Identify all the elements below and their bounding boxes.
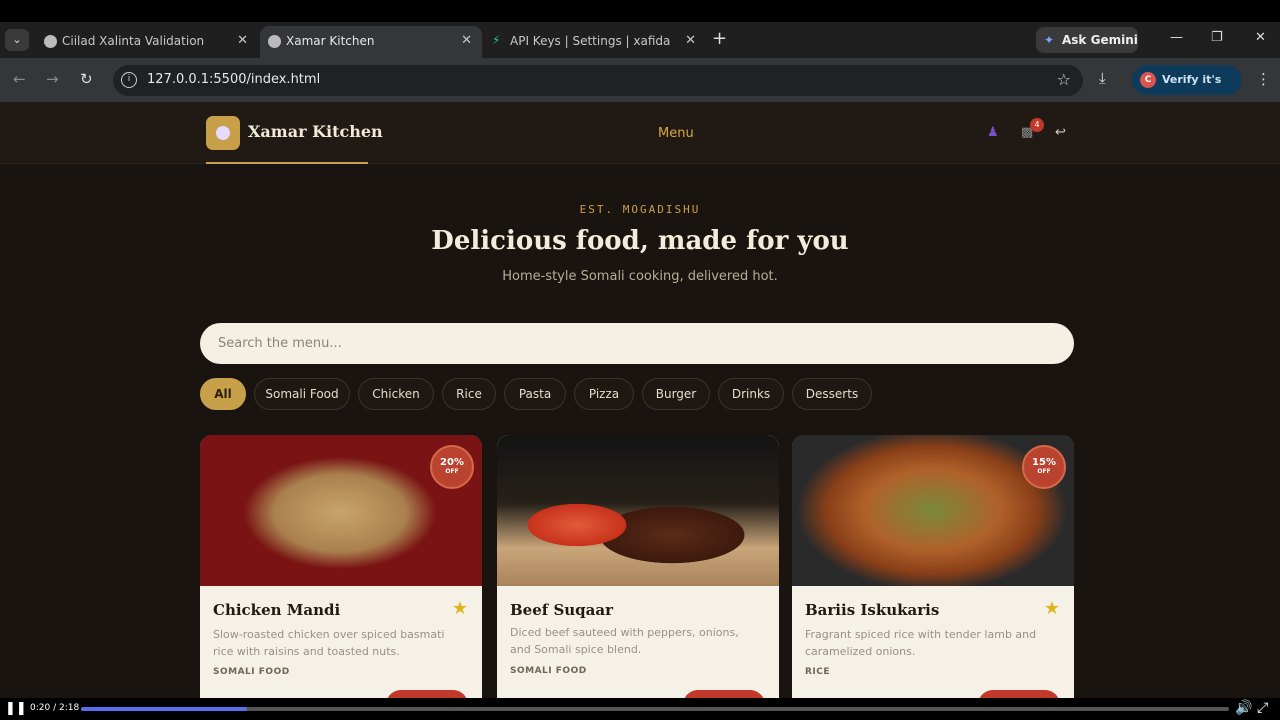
nav-menu-link[interactable]: Menu <box>658 126 694 141</box>
download-icon[interactable]: ⤓ <box>1099 69 1106 87</box>
dish-photo-beef-suqaar <box>497 435 779 586</box>
profile-avatar-icon: C <box>1140 72 1156 88</box>
ask-gemini-label: Ask Gemini <box>1062 33 1138 47</box>
discount-percent: 20% <box>440 457 464 468</box>
url-text[interactable]: 127.0.0.1:5500/index.html <box>147 72 320 87</box>
progress-fill <box>81 707 248 711</box>
category-chip-pasta[interactable]: Pasta <box>504 378 566 410</box>
web-page: Xamar Kitchen Menu ♟ ▩ 4 ↩ EST. MOGADISH… <box>0 102 1280 698</box>
menu-card-chicken-mandi[interactable]: 20% OFF Chicken Mandi ★ Slow-roasted chi… <box>200 435 482 698</box>
add-to-cart-button[interactable] <box>386 690 468 698</box>
gemini-sparkle-icon: ✦ <box>1044 33 1055 47</box>
bolt-favicon-icon: ⚡ <box>492 33 501 47</box>
globe-favicon-icon <box>268 35 281 48</box>
tab-xamar-kitchen[interactable]: Xamar Kitchen ✕ <box>260 26 482 58</box>
close-tab-icon[interactable]: ✕ <box>237 26 248 56</box>
pause-icon[interactable]: ❚❚ <box>5 701 27 716</box>
tab-search-chevron-icon[interactable]: ⌄ <box>5 29 29 51</box>
close-tab-icon[interactable]: ✕ <box>685 26 696 56</box>
card-category: SOMALI FOOD <box>213 667 290 677</box>
browser-toolbar: ← → ↻ i 127.0.0.1:5500/index.html ☆ ⤓ C … <box>0 58 1280 116</box>
site-header: Xamar Kitchen Menu ♟ ▩ 4 ↩ <box>0 102 1280 164</box>
cart-count-badge: 4 <box>1030 118 1044 132</box>
card-title: Chicken Mandi <box>213 601 341 619</box>
address-bar[interactable]: i 127.0.0.1:5500/index.html ☆ <box>113 65 1083 96</box>
discount-badge: 20% OFF <box>430 445 474 489</box>
category-chip-chicken[interactable]: Chicken <box>358 378 434 410</box>
add-to-cart-button[interactable] <box>978 690 1060 698</box>
logout-icon[interactable]: ↩ <box>1055 125 1066 140</box>
category-chip-rice[interactable]: Rice <box>442 378 496 410</box>
tab-title: Ciilad Xalinta Validation <box>62 34 205 48</box>
verify-profile-button[interactable]: C Verify it's you <box>1132 65 1242 116</box>
globe-favicon-icon <box>44 35 57 48</box>
restore-icon[interactable]: ❐ <box>1211 30 1223 45</box>
favorite-star-icon[interactable]: ★ <box>452 598 468 619</box>
volume-icon[interactable]: 🔊 <box>1235 700 1252 716</box>
card-category: SOMALI FOOD <box>510 666 587 676</box>
favorite-star-icon[interactable]: ★ <box>1044 598 1060 619</box>
discount-off-label: OFF <box>445 468 459 475</box>
card-description: Diced beef sauteed with peppers, onions,… <box>510 626 739 656</box>
brand-underline <box>206 162 368 164</box>
card-description: Slow-roasted chicken over spiced basmati… <box>213 628 445 658</box>
new-tab-plus-icon[interactable]: + <box>712 28 727 49</box>
forward-arrow-icon[interactable]: → <box>46 70 59 88</box>
category-chip-all[interactable]: All <box>200 378 246 410</box>
card-title: Beef Suqaar <box>510 601 614 619</box>
card-body: Beef Suqaar Diced beef sauteed with pepp… <box>497 586 779 698</box>
exit-fullscreen-icon[interactable]: ⤢ <box>1257 700 1268 716</box>
browser-menu-kebab-icon[interactable]: ⋮ <box>1256 70 1271 88</box>
video-player-controls: ❚❚ 0:20 / 2:18 🔊 ⤢ <box>0 698 1280 720</box>
tab-title: Xamar Kitchen <box>286 34 375 48</box>
hero-eyebrow: EST. MOGADISHU <box>579 203 701 216</box>
progress-track[interactable] <box>81 707 1229 711</box>
tab-ciilad-xalinta[interactable]: Ciilad Xalinta Validation ✕ <box>36 26 258 58</box>
brand-logo-icon[interactable] <box>206 116 240 150</box>
category-chip-somali-food[interactable]: Somali Food <box>254 378 350 410</box>
ask-gemini-button[interactable]: ✦ Ask Gemini <box>1036 27 1138 53</box>
menu-search-input[interactable] <box>200 323 1074 364</box>
bookmark-star-icon[interactable]: ☆ <box>1057 70 1071 89</box>
back-arrow-icon[interactable]: ← <box>13 70 26 88</box>
card-description: Fragrant spiced rice with tender lamb an… <box>805 628 1037 658</box>
site-info-icon[interactable]: i <box>121 72 137 88</box>
card-body: Bariis Iskukaris ★ Fragrant spiced rice … <box>792 586 1074 698</box>
menu-card-bariis-iskukaris[interactable]: 15% OFF Bariis Iskukaris ★ Fragrant spic… <box>792 435 1074 698</box>
screen-top-margin <box>0 0 1280 22</box>
discount-off-label: OFF <box>1037 468 1051 475</box>
menu-card-beef-suqaar[interactable]: Beef Suqaar Diced beef sauteed with pepp… <box>497 435 779 698</box>
close-tab-icon[interactable]: ✕ <box>461 26 472 56</box>
card-body: Chicken Mandi ★ Slow-roasted chicken ove… <box>200 586 482 698</box>
card-title: Bariis Iskukaris <box>805 601 940 619</box>
tab-title: API Keys | Settings | xafidabdica <box>510 34 670 48</box>
minimize-icon[interactable]: — <box>1170 30 1183 45</box>
hero-subtitle: Home-style Somali cooking, delivered hot… <box>502 269 778 284</box>
user-profile-icon[interactable]: ♟ <box>987 125 999 140</box>
brand-name[interactable]: Xamar Kitchen <box>248 122 383 141</box>
card-category: RICE <box>805 667 831 677</box>
discount-badge: 15% OFF <box>1022 445 1066 489</box>
discount-percent: 15% <box>1032 457 1056 468</box>
playback-time: 0:20 / 2:18 <box>30 703 80 713</box>
close-window-icon[interactable]: ✕ <box>1255 30 1266 45</box>
category-chip-pizza[interactable]: Pizza <box>574 378 634 410</box>
add-to-cart-button[interactable] <box>683 690 765 698</box>
reload-icon[interactable]: ↻ <box>80 70 93 88</box>
tab-api-keys[interactable]: ⚡ API Keys | Settings | xafidabdica ✕ <box>484 26 706 58</box>
category-chip-desserts[interactable]: Desserts <box>792 378 872 410</box>
category-chip-drinks[interactable]: Drinks <box>718 378 784 410</box>
hero-title: Delicious food, made for you <box>431 226 849 256</box>
category-chip-burger[interactable]: Burger <box>642 378 710 410</box>
